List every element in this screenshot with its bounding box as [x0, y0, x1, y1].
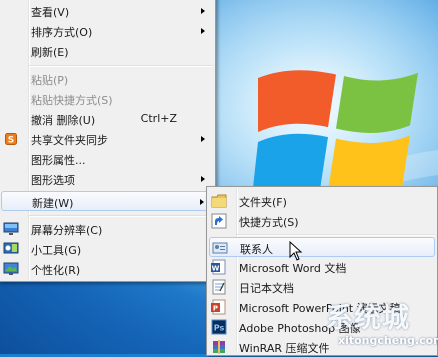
submenu-arrow-icon: [201, 176, 205, 182]
journal-icon: [211, 279, 227, 295]
menu-item-label: 屏幕分辨率(C): [31, 224, 103, 237]
menu-item-label: 个性化(R): [31, 264, 81, 277]
personalize-icon: [3, 261, 19, 277]
menu-item-label: 排序方式(O): [31, 26, 93, 39]
menu-item-refresh[interactable]: 刷新(E): [1, 41, 213, 61]
contact-icon: [212, 240, 228, 256]
screen-resolution-icon: [3, 221, 19, 237]
menu-item-shortcut: Ctrl+Z: [140, 112, 177, 125]
new-folder-item[interactable]: 文件夹(F): [209, 191, 435, 211]
menu-separator: [29, 215, 213, 217]
menu-item-label: 查看(V): [31, 6, 70, 19]
menu-item-screen-resolution[interactable]: 屏幕分辨率(C): [1, 219, 213, 239]
svg-text:S: S: [8, 136, 14, 146]
menu-item-graphics-options[interactable]: 图形选项: [1, 169, 213, 189]
menu-item-label: 共享文件夹同步: [31, 134, 108, 147]
menu-item-view[interactable]: 查看(V): [1, 1, 213, 21]
powerpoint-icon: P: [211, 299, 227, 315]
menu-item-label: 快捷方式(S): [239, 216, 299, 229]
menu-separator: [29, 65, 213, 67]
new-journal-document-item[interactable]: 日记本文档: [209, 277, 435, 297]
menu-item-label: 图形属性...: [31, 154, 86, 167]
winrar-icon: [211, 339, 227, 355]
submenu-arrow-icon: [201, 136, 205, 142]
menu-item-label: 新建(W): [32, 197, 74, 210]
menu-item-personalize[interactable]: 个性化(R): [1, 259, 213, 279]
desktop-context-menu: 查看(V) 排序方式(O) 刷新(E) 粘贴(P) 粘贴快捷方式(S) 撤消 删…: [0, 0, 216, 282]
folder-icon: [211, 193, 227, 209]
photoshop-icon: Ps: [211, 319, 227, 335]
menu-item-undo-delete[interactable]: 撤消 删除(U) Ctrl+Z: [1, 109, 213, 129]
submenu-arrow-icon: [201, 8, 205, 14]
new-contact-item[interactable]: 联系人: [209, 237, 435, 257]
submenu-arrow-icon: [200, 199, 204, 205]
menu-item-gadgets[interactable]: 小工具(G): [1, 239, 213, 259]
menu-item-label: Microsoft Word 文档: [239, 262, 347, 275]
menu-item-label: 撤消 删除(U): [31, 114, 96, 127]
svg-text:W: W: [212, 265, 220, 273]
word-icon: W: [211, 259, 227, 275]
sync-icon: S: [3, 131, 19, 147]
menu-item-sort-by[interactable]: 排序方式(O): [1, 21, 213, 41]
menu-item-label: 图形选项: [31, 174, 75, 187]
watermark-logo-text: 系统城: [326, 303, 410, 334]
gadgets-icon: [3, 241, 19, 257]
menu-separator: [237, 234, 435, 236]
menu-item-label: 联系人: [240, 243, 273, 256]
menu-item-label: 刷新(E): [31, 46, 69, 59]
menu-item-paste-shortcut[interactable]: 粘贴快捷方式(S): [1, 89, 213, 109]
menu-item-new[interactable]: 新建(W): [1, 191, 213, 211]
menu-item-shared-folder-sync[interactable]: S 共享文件夹同步: [1, 129, 213, 149]
watermark-url: xitongcheng.com: [338, 334, 438, 347]
menu-item-label: 小工具(G): [31, 244, 82, 257]
watermark-logo: 系统城: [326, 296, 436, 334]
svg-text:Ps: Ps: [214, 324, 225, 333]
new-shortcut-item[interactable]: 快捷方式(S): [209, 211, 435, 231]
menu-item-label: 日记本文档: [239, 282, 294, 295]
new-word-document-item[interactable]: W Microsoft Word 文档: [209, 257, 435, 277]
svg-text:P: P: [213, 305, 218, 313]
menu-item-graphics-properties[interactable]: 图形属性...: [1, 149, 213, 169]
mouse-cursor-icon: [289, 241, 303, 261]
menu-item-label: 粘贴快捷方式(S): [31, 94, 113, 107]
submenu-arrow-icon: [201, 28, 205, 34]
shortcut-icon: [211, 213, 227, 229]
menu-item-label: 粘贴(P): [31, 74, 69, 87]
menu-item-label: 文件夹(F): [239, 196, 287, 209]
menu-item-paste[interactable]: 粘贴(P): [1, 69, 213, 89]
